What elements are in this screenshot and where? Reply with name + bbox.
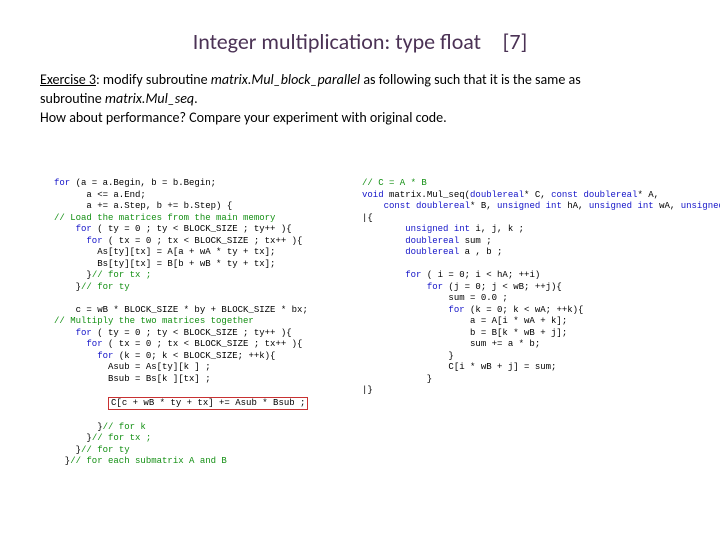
cmt: // for ty <box>81 445 130 455</box>
kw: unsigned int <box>681 201 720 211</box>
c: (j = 0; j < wB; ++j){ <box>443 282 562 292</box>
c: wA, <box>654 201 681 211</box>
c: } <box>362 351 454 361</box>
kw-for: for <box>448 305 464 315</box>
c: } <box>362 374 432 384</box>
c: Asub = As[ty][k ] ; <box>54 362 211 372</box>
code-area: for (a = a.Begin, b = b.Begin; a <= a.En… <box>54 178 678 498</box>
c: ( i = 0; i < hA; ++i) <box>421 270 540 280</box>
kw-for: for <box>76 328 92 338</box>
c: * A, <box>637 190 659 200</box>
cmt: // for ty <box>81 282 130 292</box>
kw-for: for <box>97 351 113 361</box>
slide: Integer multiplication: type float [7] E… <box>0 0 720 540</box>
cmt: // for each submatrix A and B <box>70 456 227 466</box>
c: |} <box>362 385 373 395</box>
c: i, j, k ; <box>470 224 524 234</box>
c: C[i * wB + j] = sum; <box>362 362 556 372</box>
t1b: as following such that it is the same as <box>360 71 580 88</box>
t2a: subroutine <box>40 90 105 107</box>
slide-tag: [7] <box>503 28 528 55</box>
c: ( ty = 0 ; ty < BLOCK_SIZE ; ty++ ){ <box>92 224 292 234</box>
c: Bsub = Bs[k ][tx] ; <box>54 374 211 384</box>
kw: unsigned int <box>589 201 654 211</box>
kw: unsigned int <box>405 224 470 234</box>
c: sum += a * b; <box>362 339 540 349</box>
c: (k = 0; k < BLOCK_SIZE; ++k){ <box>113 351 275 361</box>
c: sum ; <box>459 236 491 246</box>
kw-for: for <box>86 339 102 349</box>
c: c = wB * BLOCK_SIZE * by + BLOCK_SIZE * … <box>54 305 308 315</box>
kw-for: for <box>427 282 443 292</box>
kw: unsigned int <box>497 201 562 211</box>
exercise-label: Exercise 3 <box>40 71 96 88</box>
kw: const doublereal <box>384 201 470 211</box>
c: } <box>54 270 92 280</box>
kw: void <box>362 190 384 200</box>
c: ( tx = 0 ; tx < BLOCK_SIZE ; tx++ ){ <box>103 339 303 349</box>
cmt: // Load the matrices from the main memor… <box>54 213 275 223</box>
c: a <= a.End; <box>54 190 146 200</box>
cmt: // C = A * B <box>362 178 427 188</box>
kw: const doublereal <box>551 190 637 200</box>
cmt: // for k <box>103 422 146 432</box>
c: sum = 0.0 ; <box>362 293 508 303</box>
left-code-block: for (a = a.Begin, b = b.Begin; a <= a.En… <box>54 178 364 468</box>
c: * B, <box>470 201 497 211</box>
c: (k = 0; k < wA; ++k){ <box>465 305 584 315</box>
kw-for: for <box>76 224 92 234</box>
t2b: . <box>194 90 198 107</box>
c: |{ <box>362 213 373 223</box>
t3: How about performance? Compare your expe… <box>40 109 447 126</box>
right-code-block: // C = A * B void matrix.Mul_seq(doubler… <box>362 178 682 397</box>
kw: doublereal <box>470 190 524 200</box>
c: hA, <box>562 201 589 211</box>
c: C[c + wB * ty + tx] += Asub * Bsub ; <box>111 398 305 408</box>
c: } <box>54 282 81 292</box>
kw: doublereal <box>405 236 459 246</box>
title-row: Integer multiplication: type float [7] <box>0 0 720 65</box>
kw-for: for <box>86 236 102 246</box>
highlighted-line: C[c + wB * ty + tx] += Asub * Bsub ; <box>108 397 308 411</box>
fn1: matrix.Mul_block_parallel <box>211 71 360 88</box>
slide-title: Integer multiplication: type float <box>193 28 481 55</box>
c: } <box>54 445 81 455</box>
c: As[ty][tx] = A[a + wA * ty + tx]; <box>54 247 275 257</box>
c: a += a.Step, b += b.Step) { <box>54 201 232 211</box>
c: ( tx = 0 ; tx < BLOCK_SIZE ; tx++ ){ <box>103 236 303 246</box>
cmt: // Multiply the two matrices together <box>54 316 254 326</box>
fn2: matrix.Mul_seq <box>105 90 194 107</box>
c: matrix.Mul_seq( <box>384 190 470 200</box>
c: } <box>54 433 92 443</box>
c: * C, <box>524 190 551 200</box>
c: b = B[k * wB + j]; <box>362 328 567 338</box>
kw-for: for <box>405 270 421 280</box>
c: } <box>54 422 103 432</box>
kw-for: for <box>54 178 70 188</box>
exercise-text: Exercise 3: modify subroutine matrix.Mul… <box>0 65 720 128</box>
c: Bs[ty][tx] = B[b + wB * ty + tx]; <box>54 259 275 269</box>
c: a = A[i * wA + k]; <box>362 316 567 326</box>
c: ( ty = 0 ; ty < BLOCK_SIZE ; ty++ ){ <box>92 328 292 338</box>
c: } <box>54 456 70 466</box>
kw: doublereal <box>405 247 459 257</box>
c: (a = a.Begin, b = b.Begin; <box>70 178 216 188</box>
cmt: // for tx ; <box>92 433 151 443</box>
cmt: // for tx ; <box>92 270 151 280</box>
c: a , b ; <box>459 247 502 257</box>
t1a: : modify subroutine <box>96 71 211 88</box>
